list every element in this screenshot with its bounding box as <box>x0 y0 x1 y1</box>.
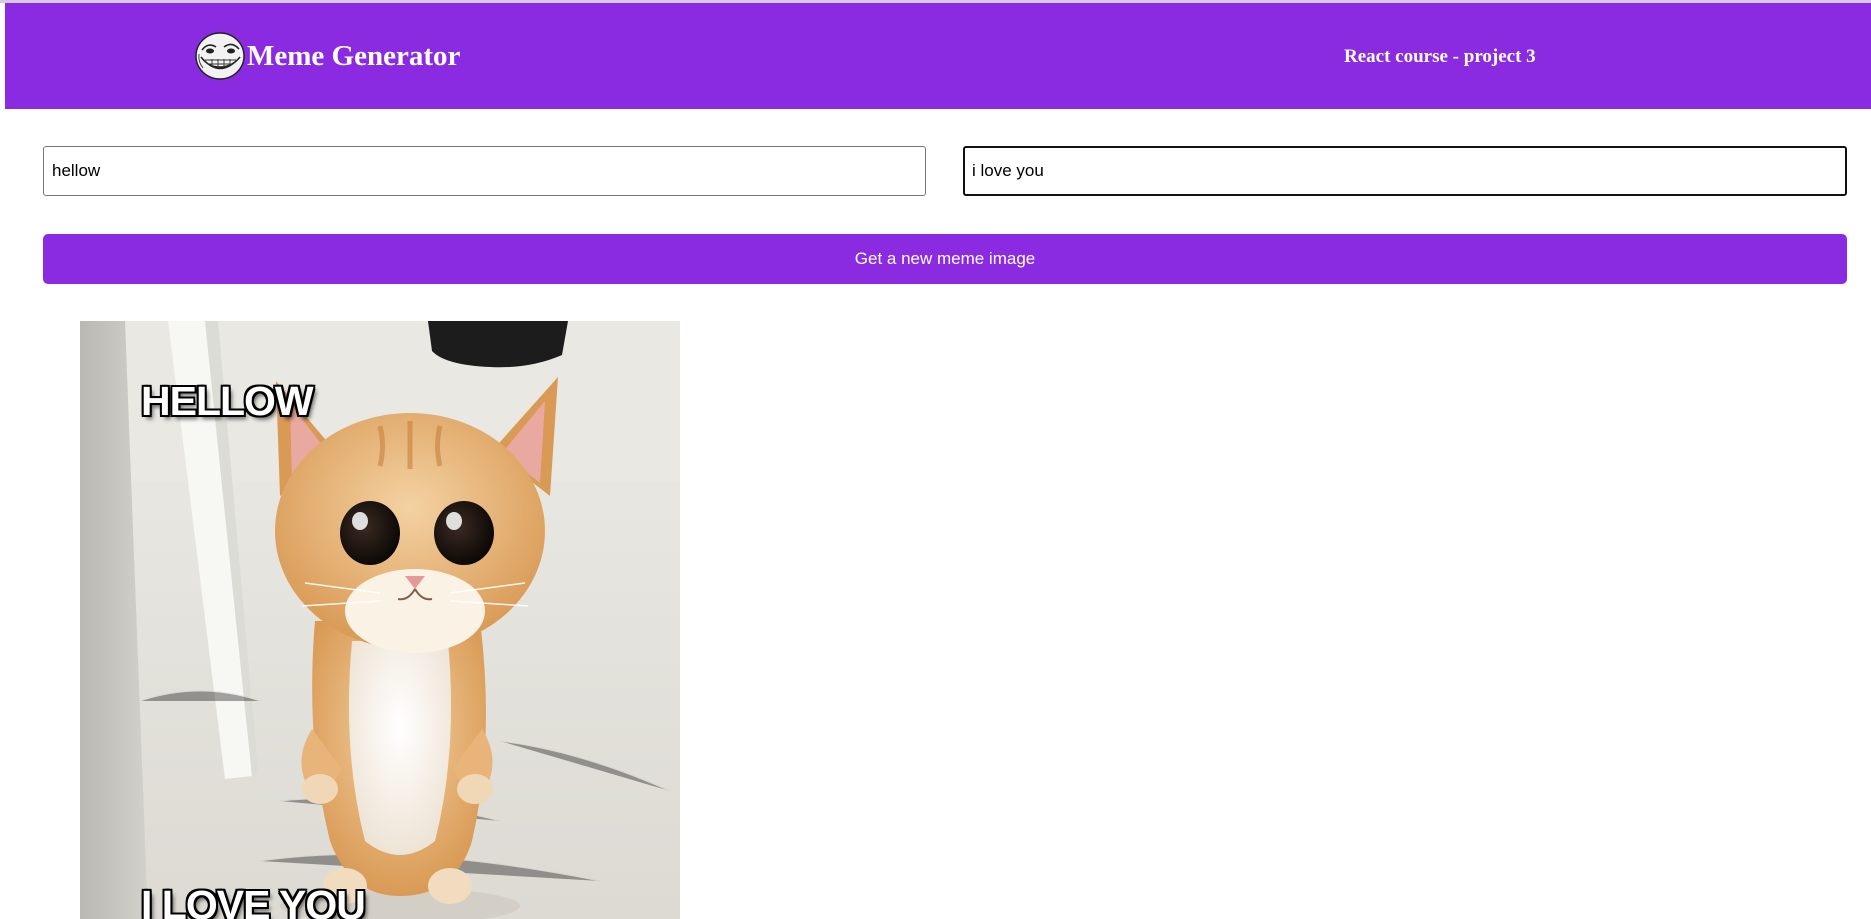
meme-top-text: hellow <box>141 378 314 424</box>
app-title: Meme Generator <box>247 40 461 72</box>
troll-face-icon <box>195 32 245 80</box>
meme-image-container: hellow i love you <box>80 321 680 919</box>
app-header: Meme Generator React course - project 3 <box>5 3 1871 109</box>
meme-generator-page: Meme Generator React course - project 3 … <box>0 0 1871 919</box>
bottom-text-input[interactable] <box>963 146 1847 196</box>
get-new-meme-button[interactable]: Get a new meme image <box>43 234 1847 284</box>
course-label: React course - project 3 <box>1344 46 1536 67</box>
top-text-input[interactable] <box>43 146 926 196</box>
meme-bottom-text: i love you <box>141 882 366 919</box>
